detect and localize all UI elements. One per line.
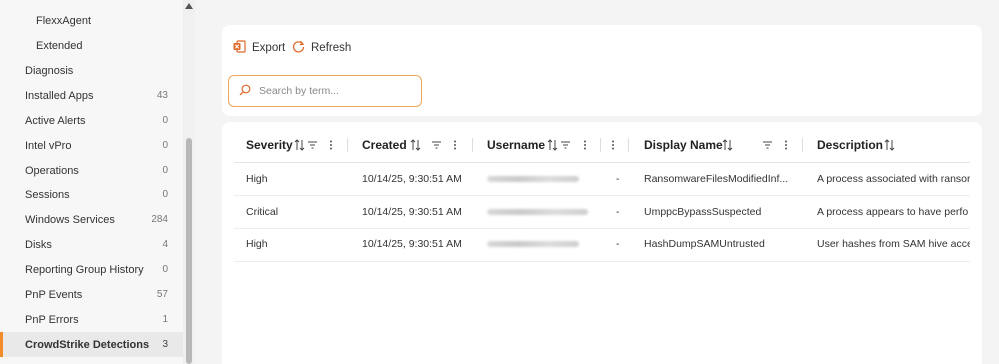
column-header-username[interactable]: Username [487,137,545,153]
sidebar-item-operations[interactable]: Operations 0 [0,158,183,183]
filter-icon[interactable] [762,137,773,153]
sidebar-item-active-alerts[interactable]: Active Alerts 0 [0,108,183,133]
redacted-username [487,176,579,182]
search-icon [239,84,251,99]
column-menu-icon[interactable] [329,137,333,153]
table-row-divider [234,195,970,196]
sidebar-item-count: 57 [156,289,168,300]
column-header-display-name[interactable]: Display Name [644,137,723,153]
sort-icon[interactable] [410,137,422,153]
sidebar-item-windows-services[interactable]: Windows Services 284 [0,207,183,232]
sidebar-item-count: 3 [162,339,168,350]
sidebar-item-sessions[interactable]: Sessions 0 [0,182,183,207]
column-menu-icon[interactable] [611,137,615,153]
sidebar-item-label: Intel vPro [25,139,72,152]
sidebar-item-count: 1 [162,314,168,325]
sidebar-item-diagnosis[interactable]: Diagnosis [0,58,183,83]
export-button[interactable]: Export [233,40,285,56]
sort-icon[interactable] [884,137,896,153]
cell-severity: High [246,238,268,250]
sidebar-item-count: 0 [162,115,168,126]
cell-empty: - [616,206,620,218]
scrollbar-thumb[interactable] [186,138,192,364]
sidebar-item-intel-vpro[interactable]: Intel vPro 0 [0,133,183,158]
table-header-divider [234,162,970,163]
cell-severity: Critical [246,206,279,218]
column-divider[interactable] [628,138,629,152]
scroll-up-arrow-icon[interactable] [184,1,194,11]
cell-description: A process associated with ransor [817,173,970,185]
cell-display-name: HashDumpSAMUntrusted [644,238,765,250]
column-divider[interactable] [600,138,601,152]
sidebar-item-count: 43 [156,90,168,101]
sort-icon[interactable] [722,137,734,153]
sort-icon[interactable] [294,137,306,153]
column-header-description[interactable]: Description [817,137,883,153]
sidebar-item-label: Extended [36,39,83,52]
excel-export-icon [233,40,246,56]
sidebar-item-label: Diagnosis [25,64,74,77]
sidebar-item-disks[interactable]: Disks 4 [0,232,183,257]
sidebar-item-count: 0 [162,189,168,200]
column-divider[interactable] [802,138,803,152]
redacted-username [487,209,588,215]
sidebar-item-label: Operations [25,164,79,177]
sort-icon[interactable] [547,137,559,153]
sidebar-item-count: 0 [162,165,168,176]
cell-empty: - [616,238,620,250]
table-row-divider [234,261,970,262]
sidebar-item-label: Disks [25,238,52,251]
sidebar-item-reporting-group-history[interactable]: Reporting Group History 0 [0,257,183,282]
sidebar-item-label: PnP Errors [25,313,79,326]
sidebar-item-extended[interactable]: Extended [0,33,183,58]
sidebar-item-label: Windows Services [25,213,115,226]
column-divider[interactable] [472,138,473,152]
column-header-severity[interactable]: Severity [246,137,293,153]
column-menu-icon[interactable] [583,137,587,153]
filter-icon[interactable] [307,137,318,153]
column-menu-icon[interactable] [453,137,457,153]
sidebar-item-pnp-errors[interactable]: PnP Errors 1 [0,307,183,332]
filter-icon[interactable] [560,137,571,153]
cell-created: 10/14/25, 9:30:51 AM [362,173,462,185]
sidebar-item-count: 0 [162,264,168,275]
sidebar-item-flexxagent[interactable]: FlexxAgent [0,8,183,33]
column-header-created[interactable]: Created [362,137,407,153]
cell-created: 10/14/25, 9:30:51 AM [362,238,462,250]
sidebar-item-pnp-events[interactable]: PnP Events 57 [0,282,183,307]
sidebar-item-count: 0 [162,140,168,151]
refresh-button[interactable]: Refresh [292,40,351,56]
export-label: Export [252,42,286,54]
sidebar-item-installed-apps[interactable]: Installed Apps 43 [0,83,183,108]
cell-display-name: RansomwareFilesModifiedInf... [644,173,789,185]
sidebar-item-crowdstrike-detections[interactable]: CrowdStrike Detections 3 [0,332,183,357]
sidebar-item-label: Active Alerts [25,114,86,127]
cell-display-name: UmppcBypassSuspected [644,206,762,218]
sidebar-item-label: CrowdStrike Detections [25,338,150,351]
column-divider[interactable] [347,138,348,152]
sidebar-item-count: 284 [151,214,168,225]
search-box [228,75,422,107]
sidebar-item-count: 4 [162,239,168,250]
sidebar-item-label: Reporting Group History [25,263,144,276]
refresh-label: Refresh [311,42,352,54]
sidebar-item-label: PnP Events [25,288,83,301]
cell-severity: High [246,173,268,185]
sidebar-item-label: Installed Apps [25,89,94,102]
cell-description: User hashes from SAM hive acce [817,238,970,250]
sidebar: FlexxAgent Extended Diagnosis Installed … [0,0,183,364]
column-menu-icon[interactable] [784,137,788,153]
cell-empty: - [616,173,620,185]
redacted-username [487,241,579,247]
filter-icon[interactable] [431,137,442,153]
table-row-divider [234,228,970,229]
search-input[interactable] [259,85,409,97]
cell-created: 10/14/25, 9:30:51 AM [362,206,462,218]
sidebar-item-label: Sessions [25,188,70,201]
cell-description: A process appears to have perfo [817,206,969,218]
refresh-icon [292,40,305,56]
sidebar-item-label: FlexxAgent [36,14,92,27]
